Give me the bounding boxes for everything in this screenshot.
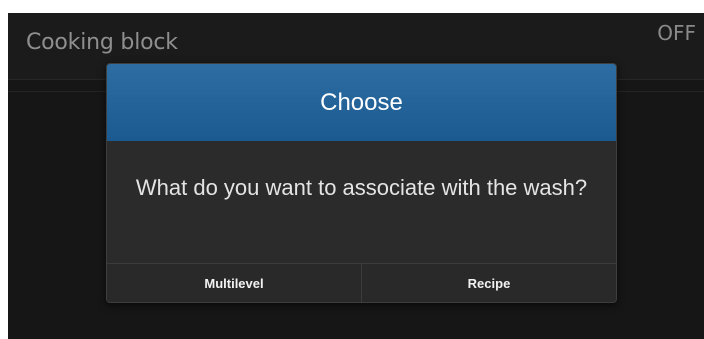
multilevel-button[interactable]: Multilevel xyxy=(107,264,361,302)
cooking-block-label: Cooking block xyxy=(26,30,178,55)
choose-dialog: Choose What do you want to associate wit… xyxy=(106,63,617,303)
screen: Cooking block OFF Choose What do you wan… xyxy=(8,13,704,339)
device-frame: Cooking block OFF Choose What do you wan… xyxy=(0,0,704,339)
recipe-button[interactable]: Recipe xyxy=(361,264,616,302)
dialog-title: Choose xyxy=(320,88,403,116)
dialog-message: What do you want to associate with the w… xyxy=(135,175,588,200)
cooking-block-toggle[interactable]: OFF xyxy=(657,21,696,45)
dialog-header: Choose xyxy=(107,64,616,141)
dialog-button-bar: Multilevel Recipe xyxy=(107,263,616,302)
